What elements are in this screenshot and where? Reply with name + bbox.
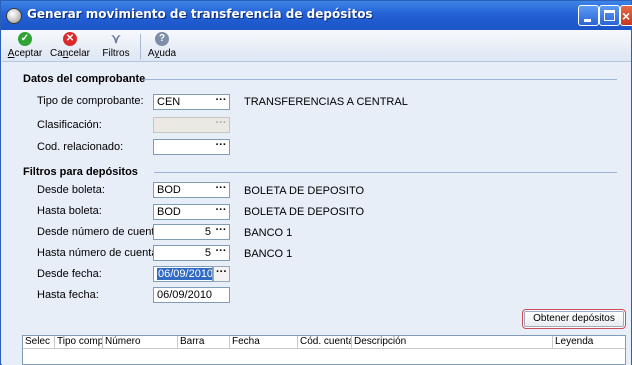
hasta-fecha-label: Hasta fecha: — [37, 289, 99, 301]
grid-header: Selec Tipo comp. Número Barra Fecha Cód.… — [23, 336, 625, 349]
close-icon: × — [622, 8, 631, 24]
window-title: Generar movimiento de transferencia de d… — [27, 7, 373, 21]
column-header-descripcion[interactable]: Descripción — [352, 336, 553, 349]
filtros-label: Filtros — [102, 48, 130, 59]
help-icon: ? — [155, 32, 169, 46]
clasificacion-label: Clasificación: — [37, 119, 102, 131]
obtener-depositos-button[interactable]: Obtener depósitos — [522, 309, 626, 329]
tipo-comprobante-lookup-button[interactable]: ··· — [213, 95, 229, 111]
cod-relacionado-lookup-button[interactable]: ··· — [213, 140, 229, 156]
x-circle-icon: ✕ — [63, 32, 77, 46]
datos-section-line — [144, 79, 617, 80]
hasta-fecha-field[interactable]: 06/09/2010 — [153, 287, 230, 303]
clasificacion-lookup-button[interactable]: ··· — [213, 118, 229, 134]
dialog-window: Generar movimiento de transferencia de d… — [0, 0, 632, 365]
cancelar-label: Cancelar — [49, 48, 91, 59]
column-header-barra[interactable]: Barra — [178, 336, 230, 349]
desde-fecha-label: Desde fecha: — [37, 268, 102, 280]
hasta-cuenta-label: Hasta número de cuenta: — [37, 247, 161, 259]
maximize-icon — [604, 10, 615, 21]
app-icon — [6, 8, 22, 24]
maximize-button[interactable] — [599, 5, 620, 26]
hasta-cuenta-lookup-button[interactable]: ··· — [213, 246, 229, 262]
desde-cuenta-lookup-button[interactable]: ··· — [213, 225, 229, 241]
filtros-section-line — [154, 172, 617, 173]
desde-cuenta-description: BANCO 1 — [244, 227, 293, 239]
desde-boleta-label: Desde boleta: — [37, 184, 105, 196]
hasta-boleta-label: Hasta boleta: — [37, 205, 102, 217]
desde-fecha-field[interactable]: 06/09/2010 — [153, 266, 213, 282]
funnel-icon: ⋎ — [111, 31, 121, 46]
cod-relacionado-label: Cod. relacionado: — [37, 141, 124, 153]
desde-boleta-lookup-button[interactable]: ··· — [213, 183, 229, 199]
close-button[interactable]: × — [620, 5, 632, 26]
aceptar-label: Aceptar — [7, 48, 43, 59]
column-header-leyenda[interactable]: Leyenda — [553, 336, 625, 349]
title-bar[interactable]: Generar movimiento de transferencia de d… — [1, 1, 632, 30]
hasta-cuenta-description: BANCO 1 — [244, 248, 293, 260]
form-content: Datos del comprobante Tipo de comprobant… — [2, 63, 631, 365]
desde-fecha-calendar-button[interactable]: ··· — [213, 266, 230, 282]
ayuda-button[interactable]: ? Ayuda — [144, 32, 180, 60]
obtener-depositos-label: Obtener depósitos — [524, 311, 624, 327]
minimize-icon — [584, 19, 591, 22]
column-header-numero[interactable]: Número — [103, 336, 178, 349]
desde-cuenta-label: Desde número de cuenta: — [37, 226, 164, 238]
datos-section-title: Datos del comprobante — [23, 73, 146, 85]
column-header-cod-cuenta[interactable]: Cód. cuenta — [298, 336, 352, 349]
filtros-button[interactable]: ⋎ Filtros — [96, 32, 136, 60]
hasta-boleta-description: BOLETA DE DEPOSITO — [244, 206, 365, 218]
tipo-comprobante-label: Tipo de comprobante: — [37, 95, 144, 107]
desde-boleta-description: BOLETA DE DEPOSITO — [244, 185, 365, 197]
check-circle-icon: ✓ — [18, 32, 32, 46]
cancelar-button[interactable]: ✕ Cancelar — [48, 32, 92, 60]
column-header-fecha[interactable]: Fecha — [230, 336, 298, 349]
tipo-comprobante-description: TRANSFERENCIAS A CENTRAL — [244, 96, 408, 108]
column-header-tipo-comp[interactable]: Tipo comp. — [55, 336, 103, 349]
aceptar-button[interactable]: ✓ Aceptar — [6, 32, 44, 60]
toolbar: ✓ Aceptar ✕ Cancelar ⋎ Filtros ? Ayuda — [2, 30, 631, 62]
depositos-grid[interactable]: Selec Tipo comp. Número Barra Fecha Cód.… — [22, 335, 626, 365]
hasta-boleta-lookup-button[interactable]: ··· — [213, 205, 229, 221]
minimize-button[interactable] — [578, 5, 599, 26]
ayuda-label: Ayuda — [147, 48, 177, 59]
filtros-section-title: Filtros para depósitos — [23, 166, 138, 178]
toolbar-separator — [140, 34, 141, 59]
column-header-selec[interactable]: Selec — [23, 336, 55, 349]
